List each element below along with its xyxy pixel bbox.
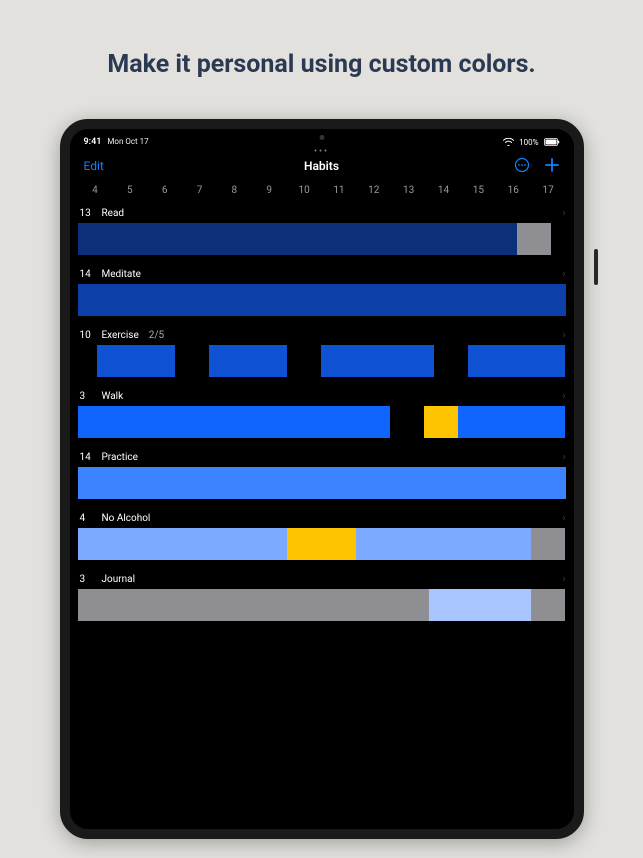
battery-icon — [544, 138, 560, 146]
day-column: 5 — [112, 185, 147, 196]
habit-segment — [517, 223, 551, 255]
day-column: 17 — [531, 185, 566, 196]
habit-segment — [287, 345, 321, 377]
habit-name: Meditate — [102, 269, 141, 280]
habit-label: 14 Meditate › — [70, 267, 574, 284]
chevron-right-icon: › — [562, 269, 565, 280]
more-icon[interactable] — [514, 157, 530, 176]
habit-bar — [78, 406, 566, 438]
habit-segment — [78, 345, 98, 377]
day-column: 15 — [461, 185, 496, 196]
habit-segment — [78, 284, 566, 316]
day-column: 10 — [287, 185, 322, 196]
day-column: 9 — [252, 185, 287, 196]
habit-name: Walk — [102, 391, 124, 402]
day-column: 8 — [217, 185, 252, 196]
habit-segment — [78, 589, 429, 621]
habit-segment — [434, 345, 468, 377]
habit-count: 10 — [80, 330, 94, 341]
habit-segment — [321, 345, 433, 377]
ipad-device-frame: 9:41 Mon Oct 17 100% ••• Edit Habits 456… — [60, 119, 584, 839]
habit-bar — [78, 589, 566, 621]
chevron-right-icon: › — [562, 452, 565, 463]
chevron-right-icon: › — [562, 208, 565, 219]
habit-segment — [551, 223, 566, 255]
device-side-button — [594, 249, 598, 285]
habit-name: Exercise — [102, 330, 139, 341]
habit-row[interactable]: 13 Read › — [70, 206, 574, 255]
habit-segment — [424, 406, 458, 438]
habit-segment — [175, 345, 209, 377]
multitask-dots[interactable]: ••• — [314, 147, 329, 157]
habits-list: 13Read›14Meditate›10Exercise2/5›3Walk›14… — [70, 206, 574, 633]
chevron-right-icon: › — [562, 391, 565, 402]
chevron-right-icon: › — [562, 330, 565, 341]
habit-name: No Alcohol — [102, 513, 151, 524]
habit-label: 3 Walk › — [70, 389, 574, 406]
habit-segment — [531, 528, 565, 560]
habit-segment — [531, 589, 565, 621]
status-time: 9:41 — [84, 137, 102, 147]
habit-segment — [78, 528, 288, 560]
habit-row[interactable]: 3 Journal › — [70, 572, 574, 621]
screen-title: Habits — [304, 159, 339, 173]
habit-bar — [78, 345, 566, 377]
habit-count: 4 — [80, 513, 94, 524]
habit-count: 3 — [80, 391, 94, 402]
chevron-right-icon: › — [562, 513, 565, 524]
chevron-right-icon: › — [562, 574, 565, 585]
day-column: 16 — [496, 185, 531, 196]
add-icon[interactable] — [544, 157, 560, 176]
marketing-headline: Make it personal using custom colors. — [107, 50, 535, 79]
day-column: 6 — [147, 185, 182, 196]
habit-segment — [78, 406, 390, 438]
habit-segment — [287, 528, 355, 560]
wifi-icon — [503, 138, 514, 146]
habit-row[interactable]: 14 Practice › — [70, 450, 574, 499]
habit-bar — [78, 528, 566, 560]
habit-segment — [78, 223, 517, 255]
habit-count: 14 — [80, 452, 94, 463]
habit-label: 14 Practice › — [70, 450, 574, 467]
habit-count: 14 — [80, 269, 94, 280]
habit-subcount: 2/5 — [149, 330, 164, 341]
habit-bar — [78, 467, 566, 499]
habit-name: Journal — [102, 574, 136, 585]
day-column: 7 — [182, 185, 217, 196]
day-column: 4 — [78, 185, 113, 196]
habit-row[interactable]: 10 Exercise 2/5 › — [70, 328, 574, 377]
habit-count: 13 — [80, 208, 94, 219]
habit-segment — [97, 345, 175, 377]
day-column: 12 — [356, 185, 391, 196]
habit-label: 13 Read › — [70, 206, 574, 223]
habit-row[interactable]: 14 Meditate › — [70, 267, 574, 316]
habit-row[interactable]: 4 No Alcohol › — [70, 511, 574, 560]
habit-name: Read — [102, 208, 125, 219]
habit-name: Practice — [102, 452, 138, 463]
day-column: 13 — [391, 185, 426, 196]
habit-label: 10 Exercise 2/5 › — [70, 328, 574, 345]
battery-percent: 100% — [519, 138, 538, 147]
habit-count: 3 — [80, 574, 94, 585]
habit-segment — [429, 589, 531, 621]
habit-segment — [468, 345, 566, 377]
habit-segment — [390, 406, 424, 438]
habit-label: 4 No Alcohol › — [70, 511, 574, 528]
habit-bar — [78, 223, 566, 255]
status-date: Mon Oct 17 — [107, 137, 148, 146]
day-column: 14 — [426, 185, 461, 196]
habit-bar — [78, 284, 566, 316]
edit-button[interactable]: Edit — [84, 159, 104, 173]
habit-segment — [356, 528, 532, 560]
camera-notch — [319, 135, 324, 140]
habit-segment — [458, 406, 565, 438]
day-column: 11 — [322, 185, 357, 196]
day-header: 4567891011121314151617 — [70, 181, 574, 206]
habit-row[interactable]: 3 Walk › — [70, 389, 574, 438]
habit-label: 3 Journal › — [70, 572, 574, 589]
habit-segment — [78, 467, 566, 499]
habit-segment — [209, 345, 287, 377]
